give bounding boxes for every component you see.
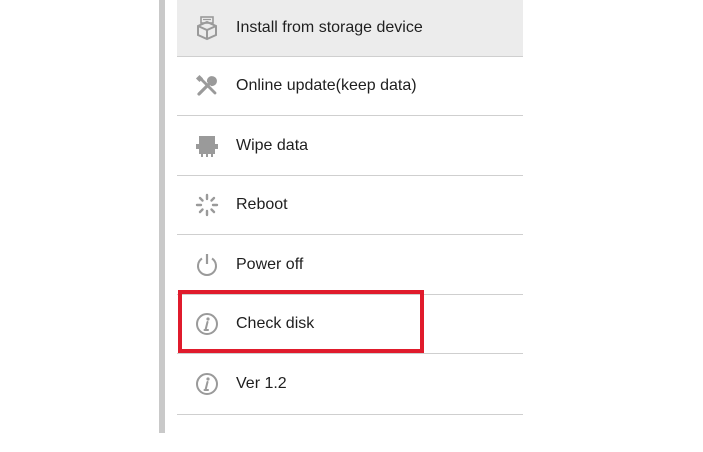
spinner-icon xyxy=(194,192,220,218)
info-icon xyxy=(194,371,220,397)
package-icon xyxy=(194,15,220,41)
menu-item-label: Check disk xyxy=(236,315,315,332)
menu-item-label: Install from storage device xyxy=(236,19,423,36)
recovery-menu-screen: Install from storage device Online updat… xyxy=(0,0,703,452)
menu-item-label: Power off xyxy=(236,255,304,273)
menu-item-check-disk[interactable]: Check disk xyxy=(177,295,523,354)
menu-item-label: Ver 1.2 xyxy=(236,375,287,392)
menu-item-reboot[interactable]: Reboot xyxy=(177,176,523,235)
menu-item-label: Reboot xyxy=(236,196,288,213)
menu-item-install-from-storage[interactable]: Install from storage device xyxy=(177,0,523,57)
power-icon xyxy=(194,252,220,278)
printer-icon xyxy=(194,133,220,159)
info-icon xyxy=(194,311,220,337)
tools-icon xyxy=(194,73,220,99)
menu-item-wipe-data[interactable]: Wipe data xyxy=(177,116,523,176)
menu-item-online-update[interactable]: Online update(keep data) xyxy=(177,57,523,116)
menu-item-label: Online update(keep data) xyxy=(236,77,417,94)
menu-item-power-off[interactable]: Power off xyxy=(177,235,523,295)
menu-item-version[interactable]: Ver 1.2 xyxy=(177,354,523,415)
menu-item-label: Wipe data xyxy=(236,136,309,154)
recovery-menu: Install from storage device Online updat… xyxy=(177,0,523,415)
side-scrollbar xyxy=(159,0,165,433)
